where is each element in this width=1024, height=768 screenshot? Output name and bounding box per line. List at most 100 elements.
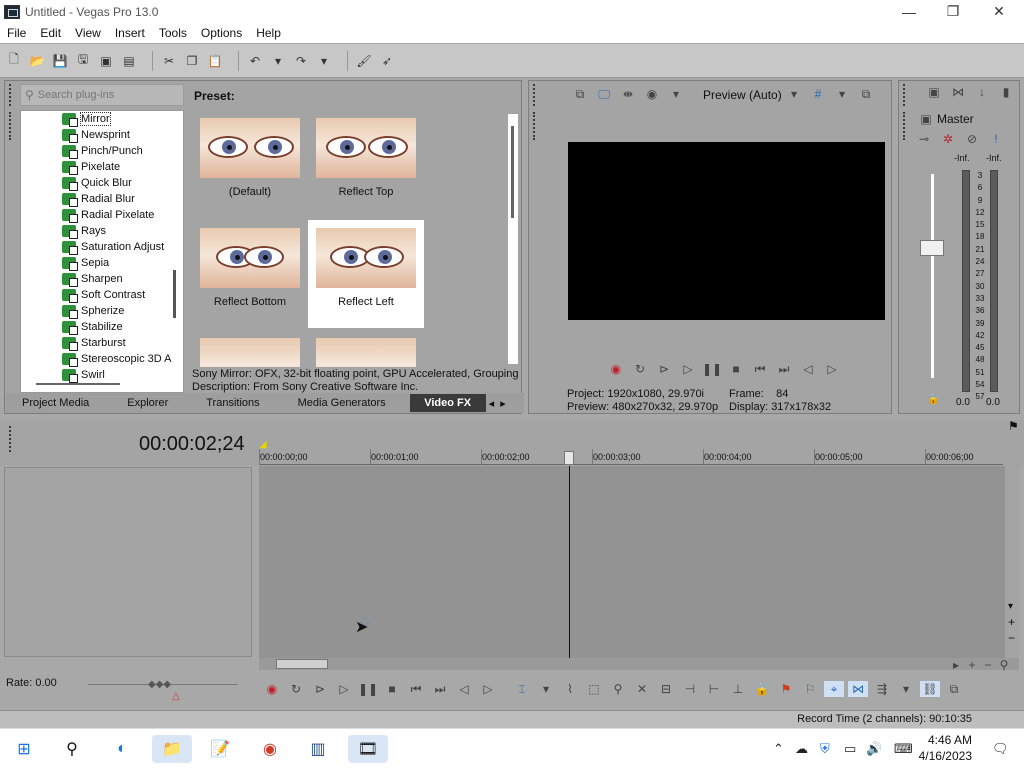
- overlays-dropdown-icon[interactable]: ▾: [832, 86, 852, 102]
- preset-default[interactable]: (Default): [192, 110, 308, 218]
- zoom-tool-icon[interactable]: ⚲: [998, 657, 1010, 673]
- save-icon[interactable]: 💾: [52, 53, 68, 69]
- timeline-hscroll-thumb[interactable]: [276, 659, 328, 669]
- loop-playback-icon[interactable]: ↻: [630, 361, 650, 377]
- redo-icon[interactable]: ↷: [293, 53, 309, 69]
- edge-icon[interactable]: ◐: [108, 735, 136, 763]
- dim-output-icon[interactable]: ↓: [972, 84, 992, 100]
- record-icon[interactable]: ◉: [262, 681, 282, 697]
- preview-screen[interactable]: [568, 142, 885, 320]
- pause-icon[interactable]: ❚❚: [358, 681, 378, 697]
- play-icon[interactable]: ▷: [334, 681, 354, 697]
- open-icon[interactable]: 📂: [29, 53, 45, 69]
- plugin-item[interactable]: Pixelate: [62, 159, 120, 175]
- master-fx-icon[interactable]: ▣: [916, 111, 936, 127]
- insert-marker-icon[interactable]: ⚑: [776, 681, 796, 697]
- new-icon[interactable]: 🗋: [6, 52, 22, 69]
- delete-icon[interactable]: ✕: [632, 681, 652, 697]
- menu-view[interactable]: View: [68, 26, 108, 40]
- master-fader-track[interactable]: [931, 174, 934, 378]
- plugin-item[interactable]: Pinch/Punch: [62, 143, 143, 159]
- next-frame-icon[interactable]: ▷: [478, 681, 498, 697]
- undo-icon[interactable]: ↶: [247, 53, 263, 69]
- envelope-tool-icon[interactable]: ⌇: [560, 681, 580, 697]
- volume-icon[interactable]: 🔊: [866, 741, 882, 757]
- master-fader-knob[interactable]: [920, 240, 944, 256]
- play-from-start-icon[interactable]: ⊳: [310, 681, 330, 697]
- copy-snapshot-icon[interactable]: ⧉: [856, 86, 876, 102]
- ignore-grouping-icon[interactable]: ⧉: [944, 681, 964, 697]
- snapping-icon[interactable]: ⌖: [824, 681, 844, 697]
- save-as-icon[interactable]: 🖫: [75, 52, 91, 69]
- previous-frame-icon[interactable]: ◁: [798, 361, 818, 377]
- split-screen-icon[interactable]: ⇼: [618, 86, 638, 102]
- lock-envelopes-icon[interactable]: ⛓: [920, 681, 940, 697]
- plugin-item[interactable]: Stabilize: [62, 319, 123, 335]
- marker-flag-icon[interactable]: ⚑: [1008, 420, 1019, 433]
- properties-icon[interactable]: ▤: [121, 53, 137, 69]
- plugin-item[interactable]: Quick Blur: [62, 175, 132, 191]
- menu-file[interactable]: File: [0, 26, 33, 40]
- lock-events-icon[interactable]: 🔒: [752, 681, 772, 697]
- panel-gripper[interactable]: [9, 426, 13, 452]
- stop-icon[interactable]: ■: [726, 361, 746, 377]
- minimize-button[interactable]: —: [886, 0, 932, 23]
- play-from-start-icon[interactable]: ⊳: [654, 361, 674, 377]
- menu-help[interactable]: Help: [249, 26, 288, 40]
- preview-properties-icon[interactable]: ⧉: [570, 86, 590, 102]
- system-clock[interactable]: 4:46 AM 4/16/2023: [919, 732, 972, 764]
- next-frame-icon[interactable]: ▷: [822, 361, 842, 377]
- preset-reflect-bottom[interactable]: Reflect Bottom: [192, 220, 308, 328]
- tab-project-media[interactable]: Project Media: [14, 394, 97, 412]
- master-properties-icon[interactable]: ▣: [924, 84, 944, 100]
- plugin-item[interactable]: Saturation Adjust: [62, 239, 164, 255]
- tray-overflow-icon[interactable]: ⌃: [773, 741, 784, 757]
- plugin-list-hscrollbar[interactable]: [36, 383, 120, 385]
- go-to-start-icon[interactable]: ⏮: [406, 681, 426, 697]
- plugin-search-input[interactable]: [37, 89, 178, 101]
- zoom-out-vertical-icon[interactable]: −: [1008, 632, 1015, 645]
- rate-slider-knob[interactable]: ◆◆◆: [148, 678, 171, 691]
- play-icon[interactable]: ▷: [678, 361, 698, 377]
- selection-tool-icon[interactable]: ⬚: [584, 681, 604, 697]
- plugin-item[interactable]: Starburst: [62, 335, 126, 351]
- timeline-ruler[interactable]: 00:00:00;00 00:00:01;00 00:00:02;00 00:00:0…: [259, 449, 1003, 465]
- track-list[interactable]: [4, 467, 252, 657]
- overlays-icon[interactable]: #: [808, 86, 828, 102]
- edit-tool-dropdown-icon[interactable]: ▾: [536, 681, 556, 697]
- ripple-dropdown-icon[interactable]: ▾: [896, 681, 916, 697]
- zoom-in-icon[interactable]: +: [966, 657, 978, 673]
- quality-dropdown-icon[interactable]: ▾: [666, 86, 686, 102]
- preview-quality-select[interactable]: Preview (Auto): [703, 88, 782, 102]
- auto-crossfade-icon[interactable]: ⋈: [848, 681, 868, 697]
- menu-options[interactable]: Options: [194, 26, 249, 40]
- plugin-item[interactable]: Rays: [62, 223, 106, 239]
- preset-reflect-top[interactable]: Reflect Top: [308, 110, 424, 218]
- split-icon[interactable]: ⊥: [728, 681, 748, 697]
- panel-gripper[interactable]: [533, 112, 537, 140]
- plugin-item[interactable]: Soft Contrast: [62, 287, 145, 303]
- redo-dropdown-icon[interactable]: ▾: [316, 53, 332, 69]
- rate-reset-icon[interactable]: △: [172, 690, 180, 703]
- file-explorer-icon[interactable]: 📁: [152, 735, 192, 763]
- automation-icon[interactable]: ⊸: [914, 131, 934, 147]
- external-monitor-icon[interactable]: 🖵: [594, 86, 614, 102]
- timeline-hscrollbar[interactable]: [259, 658, 1019, 670]
- close-panel-icon[interactable]: [903, 84, 907, 106]
- plugin-item[interactable]: Stereoscopic 3D A: [62, 351, 172, 367]
- loop-playback-icon[interactable]: ↻: [286, 681, 306, 697]
- close-panel-icon[interactable]: [9, 84, 13, 106]
- vegas-taskbar-icon[interactable]: 🎞: [348, 735, 388, 763]
- undo-dropdown-icon[interactable]: ▾: [270, 53, 286, 69]
- meter-options-icon[interactable]: ▮: [996, 84, 1016, 100]
- plugin-item[interactable]: Sepia: [62, 255, 109, 271]
- fx-chain-icon[interactable]: ✲: [938, 131, 958, 147]
- close-button[interactable]: ✕: [976, 0, 1022, 23]
- normal-edit-tool-icon[interactable]: ⌶: [512, 681, 532, 697]
- solo-icon[interactable]: !: [986, 131, 1006, 147]
- close-panel-icon[interactable]: [533, 84, 537, 106]
- tab-media-generators[interactable]: Media Generators: [290, 394, 394, 412]
- tab-scroll-left-icon[interactable]: ◂: [486, 394, 498, 412]
- cut-icon[interactable]: ✂: [161, 53, 177, 69]
- go-to-end-icon[interactable]: ⏭: [774, 361, 794, 377]
